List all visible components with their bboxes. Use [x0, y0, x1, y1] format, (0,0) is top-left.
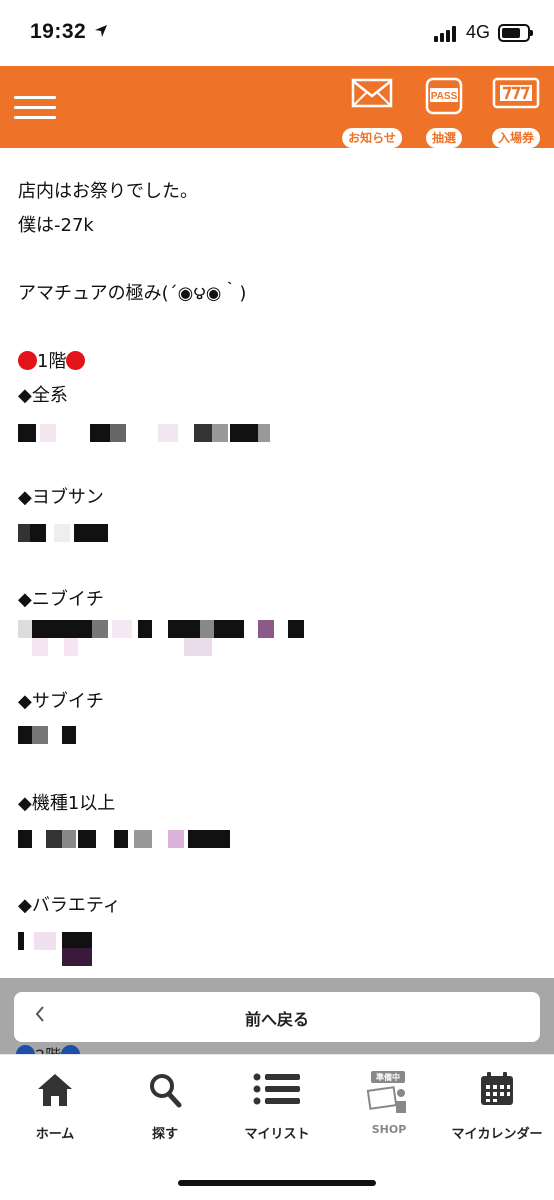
floor-heading: 1階 [18, 350, 86, 374]
tab-bar: ホーム 探す マイリスト 準備中 SHOP マイカレンダー [0, 1054, 554, 1200]
back-button[interactable]: 前へ戻る [14, 992, 540, 1042]
tab-shop[interactable]: 準備中 SHOP [334, 1071, 444, 1141]
entry-ticket-label: 入場券 [491, 128, 541, 148]
pass-icon-text: PASS [431, 91, 458, 102]
entry-ticket-button[interactable]: 入場券 [480, 76, 552, 148]
news-label: お知らせ [342, 128, 402, 148]
lottery-button[interactable]: PASS 抽選 [408, 76, 480, 148]
search-icon [147, 1071, 183, 1113]
floor-label: 1階 [37, 351, 67, 372]
mail-icon [351, 76, 393, 112]
section-heading: ◆サブイチ [18, 691, 104, 712]
calendar-icon [479, 1071, 515, 1111]
location-arrow-icon [94, 24, 108, 42]
article-content: 店内はお祭りでした。 僕は-27k アマチュアの極み(´◉౪◉｀) 1階 ◆全系… [0, 148, 554, 978]
tab-mylist[interactable]: マイリスト [222, 1071, 332, 1142]
floor-heading-peek: 2階 [16, 1042, 81, 1054]
article-line: 僕は-27k [18, 215, 94, 236]
back-button-label: 前へ戻る [244, 1010, 309, 1029]
status-time: 19:32 [30, 20, 87, 43]
floor-label: 2階 [35, 1046, 61, 1054]
section-heading: ◆全系 [18, 385, 68, 406]
section-heading: ◆バラエティ [18, 895, 121, 916]
section-heading: ◆ヨブサン [18, 487, 104, 508]
shop-badge-text: 準備中 [376, 1072, 400, 1082]
article-line: アマチュアの極み(´◉౪◉｀) [18, 283, 247, 304]
home-indicator [178, 1180, 376, 1186]
network-type: 4G [466, 22, 491, 42]
tab-shop-label: SHOP [371, 1123, 407, 1136]
tab-mycalendar-label: マイカレンダー [451, 1127, 543, 1142]
news-button[interactable]: お知らせ [336, 76, 408, 148]
ticket-777-icon [491, 76, 541, 114]
tab-search-label: 探す [151, 1127, 178, 1142]
tab-home-label: ホーム [35, 1127, 75, 1142]
red-circle-icon [18, 351, 37, 370]
hamburger-menu-icon[interactable] [14, 92, 56, 124]
signal-icon [434, 26, 460, 42]
blue-circle-icon [16, 1045, 35, 1054]
tab-mylist-label: マイリスト [244, 1127, 310, 1142]
status-bar: 19:32 4G [0, 0, 554, 66]
tab-mycalendar[interactable]: マイカレンダー [442, 1071, 552, 1142]
list-icon [252, 1071, 302, 1111]
section-heading: ◆機種1以上 [18, 793, 116, 814]
back-bar: 前へ戻る [0, 978, 554, 1054]
pass-icon: PASS [424, 76, 464, 120]
blue-circle-icon [61, 1045, 81, 1054]
battery-icon [498, 24, 533, 42]
lottery-label: 抽選 [425, 128, 463, 148]
tab-search[interactable]: 探す [110, 1071, 220, 1142]
tab-home[interactable]: ホーム [0, 1071, 110, 1142]
home-icon [35, 1071, 75, 1113]
shop-icon: 準備中 [365, 1071, 413, 1119]
section-heading: ◆ニブイチ [18, 589, 104, 610]
article-line: 店内はお祭りでした。 [18, 181, 198, 202]
red-circle-icon [66, 351, 86, 370]
app-header: お知らせ PASS 抽選 入場券 [0, 66, 554, 148]
